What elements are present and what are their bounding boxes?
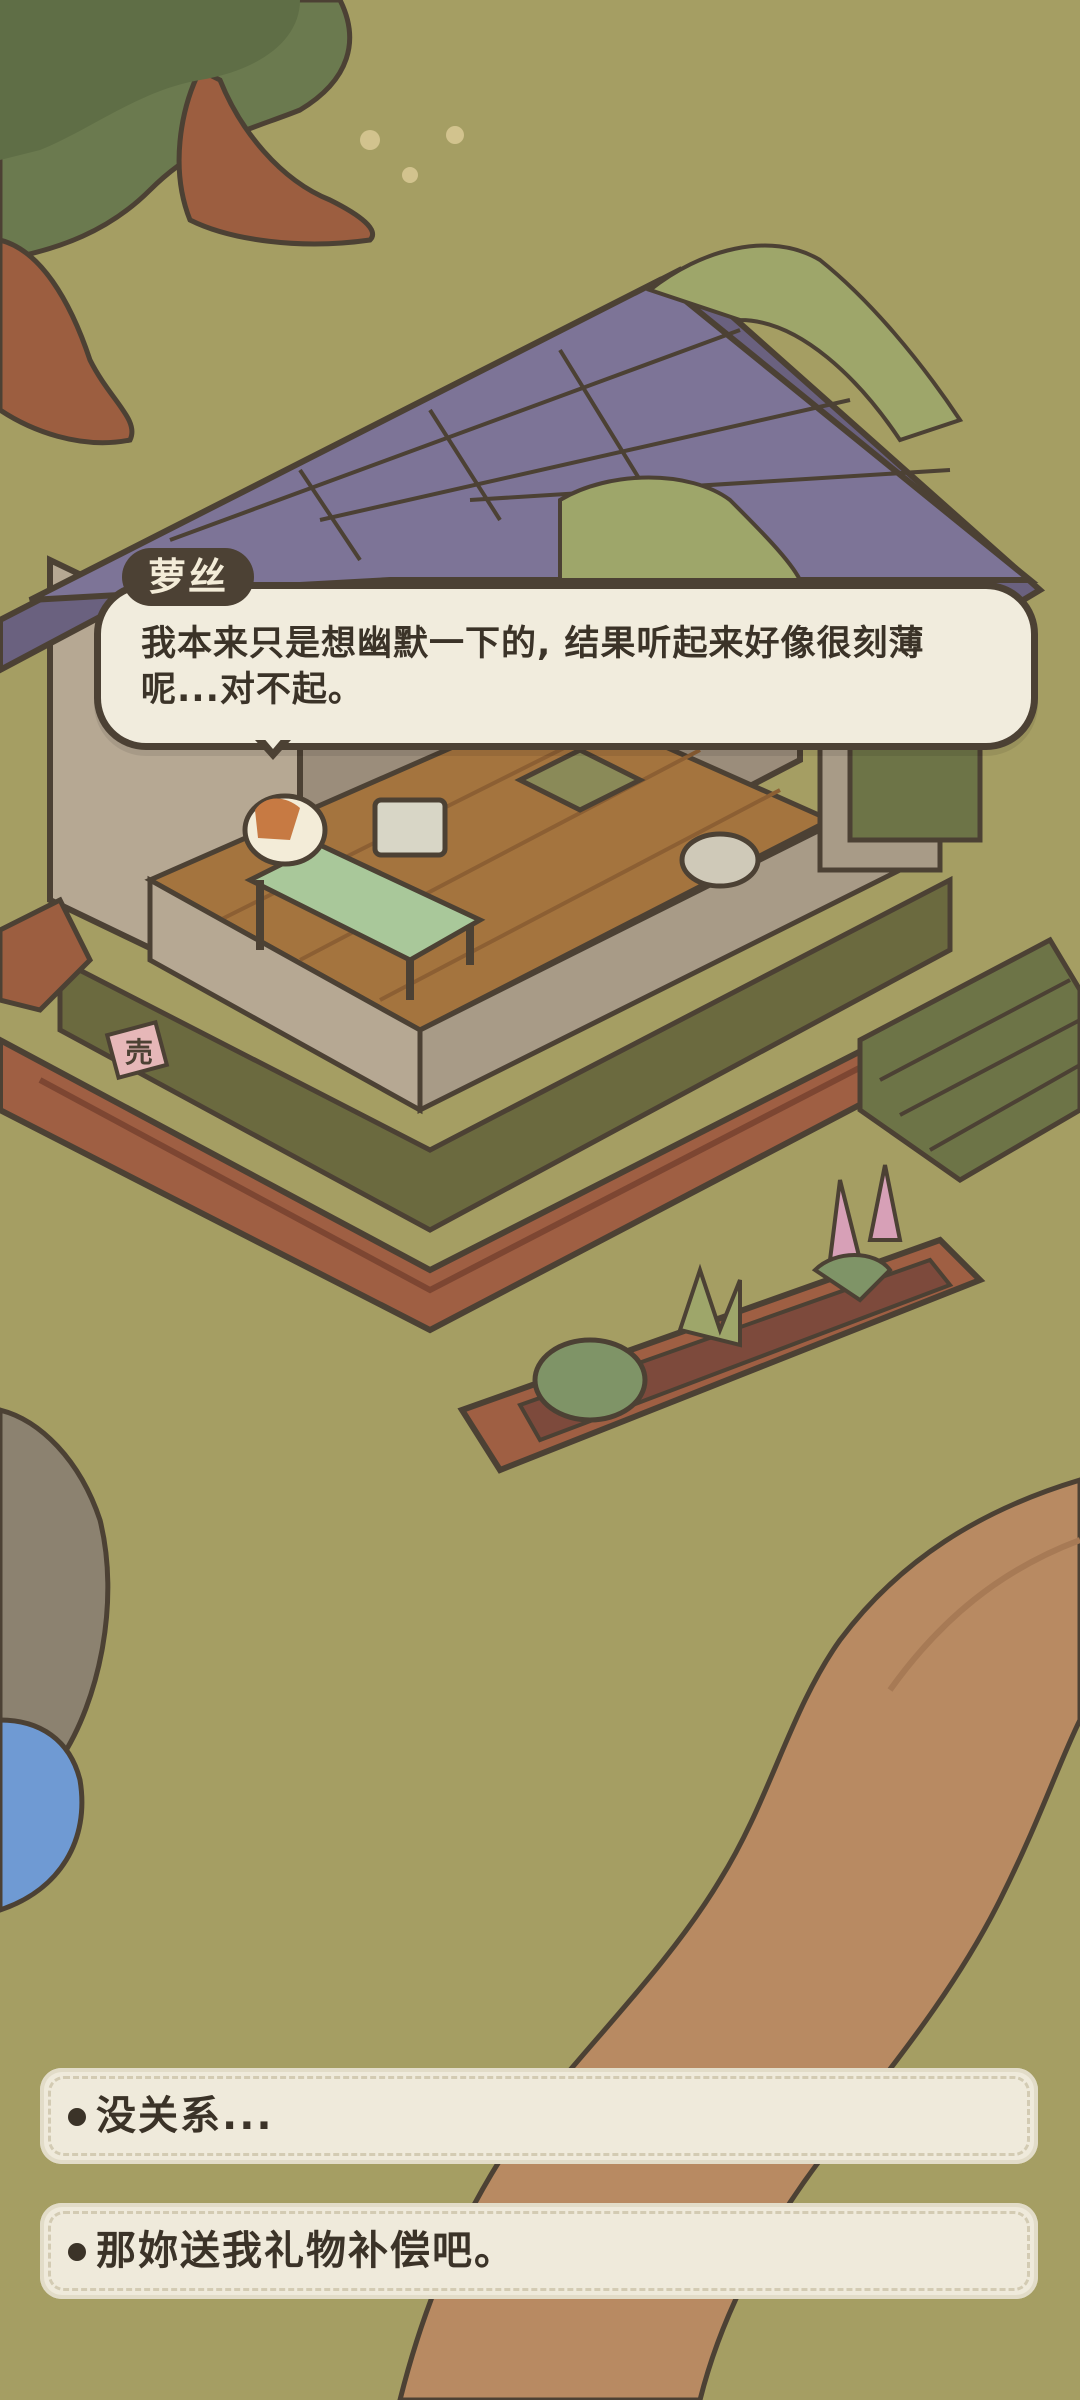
choice-label: 没关系... xyxy=(96,2093,274,2139)
choice-bullet-icon xyxy=(68,2108,86,2126)
dialogue-line-1: 我本来只是想幽默一下的, 结果听起来好像很刻薄 xyxy=(141,624,925,664)
dialogue-choice-1[interactable]: 没关系... xyxy=(40,2068,1038,2164)
dialogue-bubble: 我本来只是想幽默一下的, 结果听起来好像很刻薄 呢...对不起。 xyxy=(94,582,1038,750)
sale-sign-text: 売 xyxy=(125,1036,153,1069)
choice-bullet-icon xyxy=(68,2243,86,2261)
game-scene: 売 xyxy=(0,0,1080,2400)
dialogue-text: 我本来只是想幽默一下的, 结果听起来好像很刻薄 呢...对不起。 xyxy=(141,621,1021,713)
dialogue-bubble-tail-fill xyxy=(262,736,284,749)
dialogue-choice-2[interactable]: 那妳送我礼物补偿吧。 xyxy=(40,2203,1038,2299)
dialogue-line-2: 呢...对不起。 xyxy=(141,670,364,710)
choice-label: 那妳送我礼物补偿吧。 xyxy=(96,2228,516,2274)
speaker-name-tag: 萝丝 xyxy=(122,548,255,606)
